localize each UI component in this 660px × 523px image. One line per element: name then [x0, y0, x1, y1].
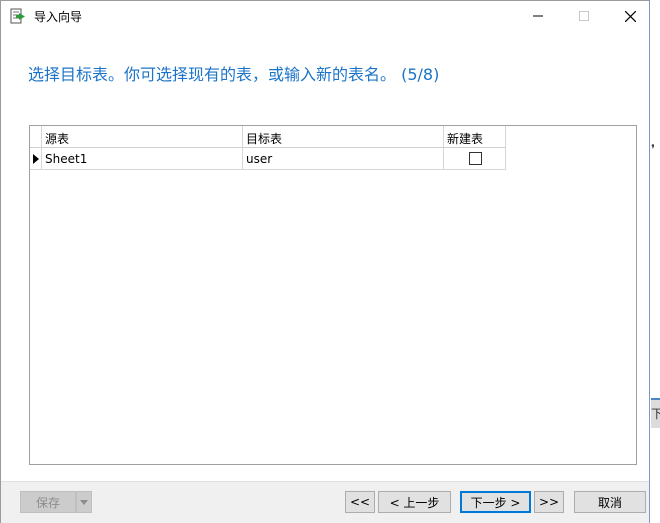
maximize-button[interactable] — [561, 1, 607, 31]
close-icon — [624, 10, 636, 22]
minimize-icon — [533, 15, 543, 17]
column-header-source[interactable]: 源表 — [42, 126, 243, 148]
cancel-button[interactable]: 取消 — [574, 491, 646, 513]
column-header-create-new[interactable]: 新建表 — [444, 126, 506, 148]
import-wizard-dialog: 导入向导 选择目标表。你可选择现有的表，或输入新的表名。 (5/8) 源表 目标… — [0, 0, 650, 523]
row-indicator-header — [30, 126, 42, 148]
background-window-strip — [651, 0, 660, 523]
create-new-cell[interactable] — [444, 148, 506, 170]
step-instruction: 选择目标表。你可选择现有的表，或输入新的表名。 (5/8) — [28, 65, 440, 84]
close-button[interactable] — [607, 1, 653, 31]
save-button[interactable]: 保存 — [20, 491, 76, 513]
create-new-checkbox[interactable] — [469, 152, 482, 165]
background-window-text: 下 — [651, 407, 660, 421]
import-wizard-icon — [10, 8, 28, 25]
chevron-down-icon — [80, 499, 88, 505]
target-table-cell[interactable]: user — [243, 148, 444, 170]
last-step-button[interactable]: >> — [534, 491, 564, 513]
next-step-button[interactable]: 下一步 > — [460, 491, 531, 513]
window-title: 导入向导 — [34, 10, 83, 24]
maximize-icon — [579, 11, 589, 21]
dialog-footer: 保存 << < 上一步 下一步 > >> 取消 — [1, 481, 649, 523]
minimize-button[interactable] — [515, 1, 561, 31]
background-window-mark: ❜ — [651, 142, 655, 156]
current-row-arrow-icon — [33, 154, 39, 164]
row-indicator — [30, 148, 42, 170]
previous-step-button[interactable]: < 上一步 — [378, 491, 451, 513]
column-header-target[interactable]: 目标表 — [243, 126, 444, 148]
save-dropdown-button[interactable] — [76, 491, 92, 513]
title-bar[interactable]: 导入向导 — [1, 1, 649, 31]
source-table-cell[interactable]: Sheet1 — [42, 148, 243, 170]
table-mapping-grid[interactable]: 源表 目标表 新建表 Sheet1 user — [29, 125, 637, 465]
first-step-button[interactable]: << — [345, 491, 375, 513]
